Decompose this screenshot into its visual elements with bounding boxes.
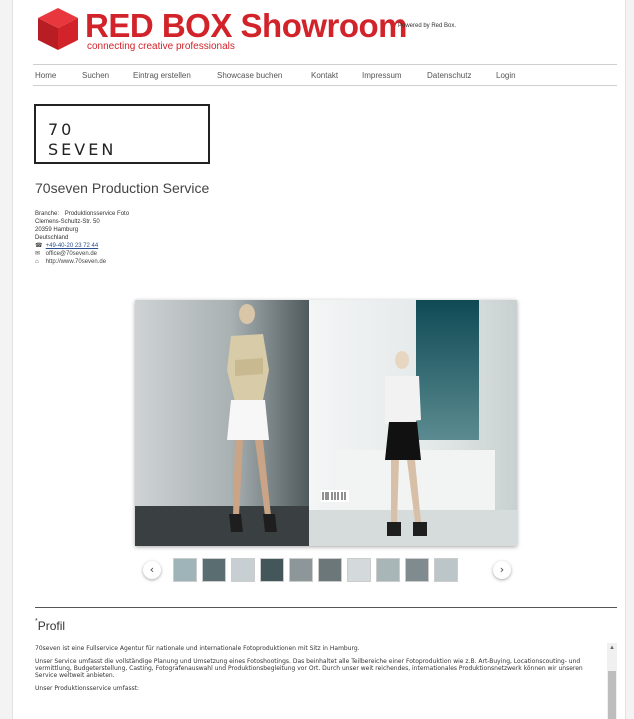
page: RED BOX Showroom connecting creative pro… xyxy=(12,0,626,719)
thumbnail[interactable] xyxy=(376,558,400,582)
red-box-logo-icon[interactable] xyxy=(35,6,81,52)
website-link[interactable]: http://www.70seven.de xyxy=(46,259,106,265)
envelope-icon: ✉ xyxy=(35,251,41,257)
thumbnail[interactable] xyxy=(260,558,284,582)
branche-value: Produktionsservice Foto xyxy=(64,211,130,217)
nav-home[interactable]: Home xyxy=(35,71,56,80)
powered-by: Powered by Red Box. xyxy=(398,23,457,29)
thumbnail[interactable] xyxy=(289,558,313,582)
chevron-left-icon[interactable]: ‹ xyxy=(143,561,161,579)
brand-name[interactable]: RED BOX Showroom xyxy=(85,8,408,44)
gallery-main-image[interactable] xyxy=(135,300,517,546)
profil-scrollbar[interactable]: ▲ xyxy=(607,643,617,719)
email-link[interactable]: office@70seven.de xyxy=(46,251,97,257)
profil-text: 70seven ist eine Fullservice Agentur für… xyxy=(35,645,595,698)
thumbnail[interactable] xyxy=(173,558,197,582)
nav-datenschutz[interactable]: Datenschutz xyxy=(427,71,471,80)
thumbnail[interactable] xyxy=(318,558,342,582)
nav-showcase-buchen[interactable]: Showcase buchen xyxy=(217,71,282,80)
thumbnail[interactable] xyxy=(231,558,255,582)
main-nav: Home Suchen Eintrag erstellen Showcase b… xyxy=(33,64,617,86)
profil-paragraph: Unser Produktionsservice umfasst: xyxy=(35,685,140,692)
profil-heading-text: Profil xyxy=(37,619,66,633)
profil-star: * xyxy=(35,618,38,625)
brand-tagline: connecting creative professionals xyxy=(87,41,235,52)
nav-login[interactable]: Login xyxy=(496,71,516,80)
profil-heading[interactable]: *Profil xyxy=(35,618,66,633)
nav-impressum[interactable]: Impressum xyxy=(362,71,402,80)
scroll-up-icon[interactable]: ▲ xyxy=(607,643,617,653)
address-city: 20359 Hamburg xyxy=(35,227,79,233)
company-title: 70seven Production Service xyxy=(35,180,210,196)
profil-paragraph: 70seven ist eine Fullservice Agentur für… xyxy=(35,645,360,652)
company-logo-line1: 70 xyxy=(48,120,75,139)
thumbnail[interactable] xyxy=(347,558,371,582)
profil-paragraph: Unser Service umfasst die vollständige P… xyxy=(35,658,583,679)
thumbnail[interactable] xyxy=(202,558,226,582)
thumbnail[interactable] xyxy=(405,558,429,582)
company-details: Branche: Produktionsservice Foto Clemens… xyxy=(35,210,129,266)
company-logo: 70 SEVEN xyxy=(34,104,210,164)
site-header: RED BOX Showroom connecting creative pro… xyxy=(35,6,615,56)
fashion-photo xyxy=(135,300,517,546)
profil-content: 70seven ist eine Fullservice Agentur für… xyxy=(35,641,617,719)
chevron-right-icon[interactable]: › xyxy=(493,561,511,579)
scroll-thumb[interactable] xyxy=(608,671,616,719)
email-row: ✉ office@70seven.de xyxy=(35,250,129,258)
branche-row: Branche: Produktionsservice Foto xyxy=(35,210,129,218)
website-row: ⌂ http://www.70seven.de xyxy=(35,258,129,266)
nav-eintrag-erstellen[interactable]: Eintrag erstellen xyxy=(133,71,191,80)
address-street: Clemens-Schultz-Str. 50 xyxy=(35,219,100,225)
phone-link[interactable]: +49-40-20 23 72 44 xyxy=(46,243,99,249)
nav-kontakt[interactable]: Kontakt xyxy=(311,71,338,80)
thumbnail[interactable] xyxy=(434,558,458,582)
branche-label: Branche: xyxy=(35,211,60,217)
nav-suchen[interactable]: Suchen xyxy=(82,71,109,80)
phone-row: ☎ +49-40-20 23 72 44 xyxy=(35,242,129,250)
company-logo-line2: SEVEN xyxy=(48,140,117,159)
home-icon: ⌂ xyxy=(35,259,39,265)
thumbnail-strip: ‹ › xyxy=(143,558,523,586)
phone-icon: ☎ xyxy=(35,243,43,249)
address-country: Deutschland xyxy=(35,235,69,241)
section-divider xyxy=(35,607,617,608)
